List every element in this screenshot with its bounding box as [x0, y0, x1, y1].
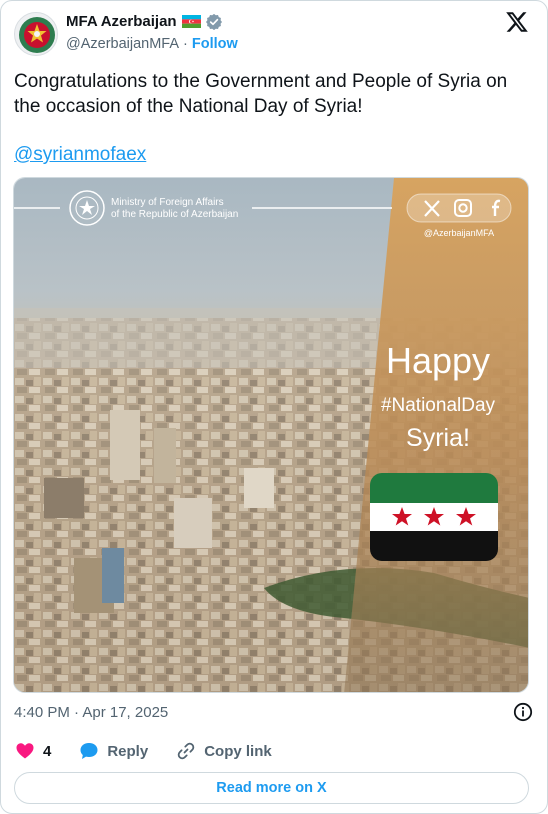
tweet-image[interactable]: Ministry of Foreign Affairs of the Repub…: [13, 177, 529, 693]
separator-dot: ·: [183, 36, 188, 52]
social-handle: @AzerbaijanMFA: [424, 228, 494, 238]
author-name-row: MFA Azerbaijan: [66, 13, 222, 30]
avatar[interactable]: [14, 12, 58, 56]
greeting-country: Syria!: [406, 424, 470, 452]
follow-button[interactable]: Follow: [192, 36, 238, 52]
heart-icon: [16, 743, 34, 759]
reply-label: Reply: [107, 742, 149, 760]
emblem-icon: [19, 17, 55, 53]
tweet-card: MFA Azerbaijan @AzerbaijanMFA · Follow C…: [0, 0, 548, 814]
tweet-timestamp[interactable]: 4:40 PM · Apr 17, 2025: [14, 704, 168, 721]
like-button[interactable]: 4: [15, 741, 51, 761]
tweet-text: Congratulations to the Government and Pe…: [14, 71, 508, 117]
author-handle-row: @AzerbaijanMFA · Follow: [66, 36, 238, 52]
author-name[interactable]: MFA Azerbaijan: [66, 13, 177, 30]
link-icon: [177, 742, 195, 760]
action-bar: 4 Reply Copy link: [15, 741, 300, 761]
ministry-line-1: Ministry of Foreign Affairs: [111, 197, 224, 208]
like-count: 4: [43, 742, 52, 760]
reply-bubble-icon: [80, 743, 98, 759]
info-icon[interactable]: [513, 702, 533, 722]
copy-link-button[interactable]: Copy link: [176, 741, 272, 761]
verified-badge-icon: [205, 13, 222, 30]
ministry-line-2: of the Republic of Azerbaijan: [111, 209, 238, 220]
greeting-happy: Happy: [386, 340, 490, 381]
author-handle[interactable]: @AzerbaijanMFA: [66, 36, 179, 52]
mention-link[interactable]: @syrianmofaex: [14, 144, 146, 166]
syria-flag-icon: [370, 473, 498, 561]
read-more-button[interactable]: Read more on X: [14, 772, 529, 804]
greeting-hashtag: #NationalDay: [381, 395, 496, 416]
greeting-card-graphic: Ministry of Foreign Affairs of the Repub…: [14, 178, 528, 692]
x-logo-icon[interactable]: [505, 10, 529, 34]
azerbaijan-flag-icon: [181, 15, 201, 28]
copy-link-label: Copy link: [204, 742, 272, 760]
reply-button[interactable]: Reply: [79, 741, 148, 761]
